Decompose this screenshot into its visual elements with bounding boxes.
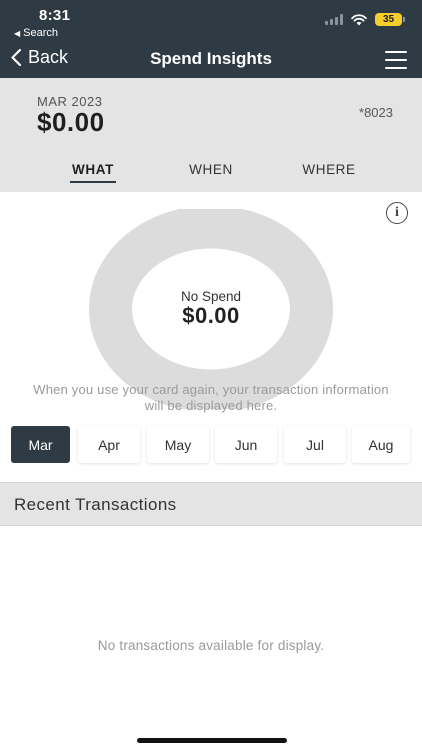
month-aug[interactable]: Aug <box>352 426 410 463</box>
home-indicator[interactable] <box>137 738 287 743</box>
app-header: 8:31 ◀ Search 35 Back Spend Insights <box>0 0 422 78</box>
month-mar[interactable]: Mar <box>11 426 70 463</box>
page-title: Spend Insights <box>150 49 272 68</box>
no-transactions-message: No transactions available for display. <box>97 638 325 653</box>
hamburger-menu-icon[interactable] <box>385 51 407 69</box>
back-triangle-icon: ◀ <box>14 28 21 38</box>
card-number: *8023 <box>359 105 393 120</box>
recent-transactions-header: Recent Transactions <box>0 482 422 526</box>
insight-tabs: WHAT WHEN WHERE <box>0 159 422 189</box>
cellular-signal-icon <box>325 14 343 25</box>
info-icon[interactable]: i <box>386 202 408 224</box>
status-back-label: Search <box>23 27 59 39</box>
tab-where[interactable]: WHERE <box>302 162 355 177</box>
battery-icon: 35 <box>375 13 405 26</box>
month-apr[interactable]: Apr <box>78 426 140 463</box>
status-back-to-app[interactable]: ◀ Search <box>14 27 58 39</box>
tab-what[interactable]: WHAT <box>72 162 114 177</box>
month-may[interactable]: May <box>147 426 209 463</box>
donut-value: $0.00 <box>182 303 240 328</box>
month-jun[interactable]: Jun <box>215 426 277 463</box>
wifi-icon <box>351 13 367 25</box>
donut-label: No Spend <box>180 289 242 304</box>
spend-summary-panel: MAR 2023 $0.00 *8023 WHAT WHEN WHERE <box>0 78 422 192</box>
summary-total: $0.00 <box>37 107 105 137</box>
status-icons: 35 <box>325 13 405 26</box>
recent-transactions-title: Recent Transactions <box>14 495 177 514</box>
month-jul[interactable]: Jul <box>284 426 346 463</box>
donut-empty-message: When you use your card again, your trans… <box>33 382 389 413</box>
month-selector: Mar Apr May Jun Jul Aug <box>0 426 422 466</box>
tab-when[interactable]: WHEN <box>189 162 233 177</box>
active-tab-underline <box>70 181 116 183</box>
status-time: 8:31 <box>39 7 71 24</box>
